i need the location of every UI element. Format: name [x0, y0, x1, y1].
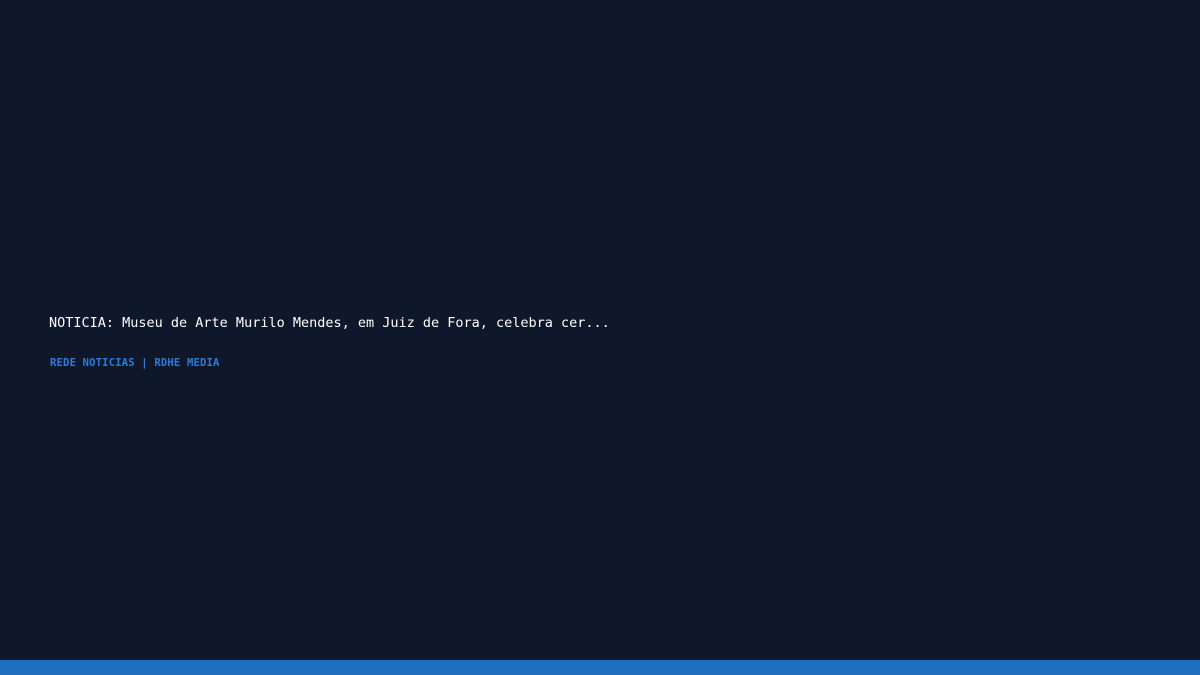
- news-card: NOTICIA: Museu de Arte Murilo Mendes, em…: [0, 0, 1200, 675]
- footer-accent-bar: [0, 660, 1200, 675]
- news-headline: NOTICIA: Museu de Arte Murilo Mendes, em…: [49, 315, 610, 331]
- news-source-label: REDE NOTICIAS | RDHE MEDIA: [50, 357, 220, 369]
